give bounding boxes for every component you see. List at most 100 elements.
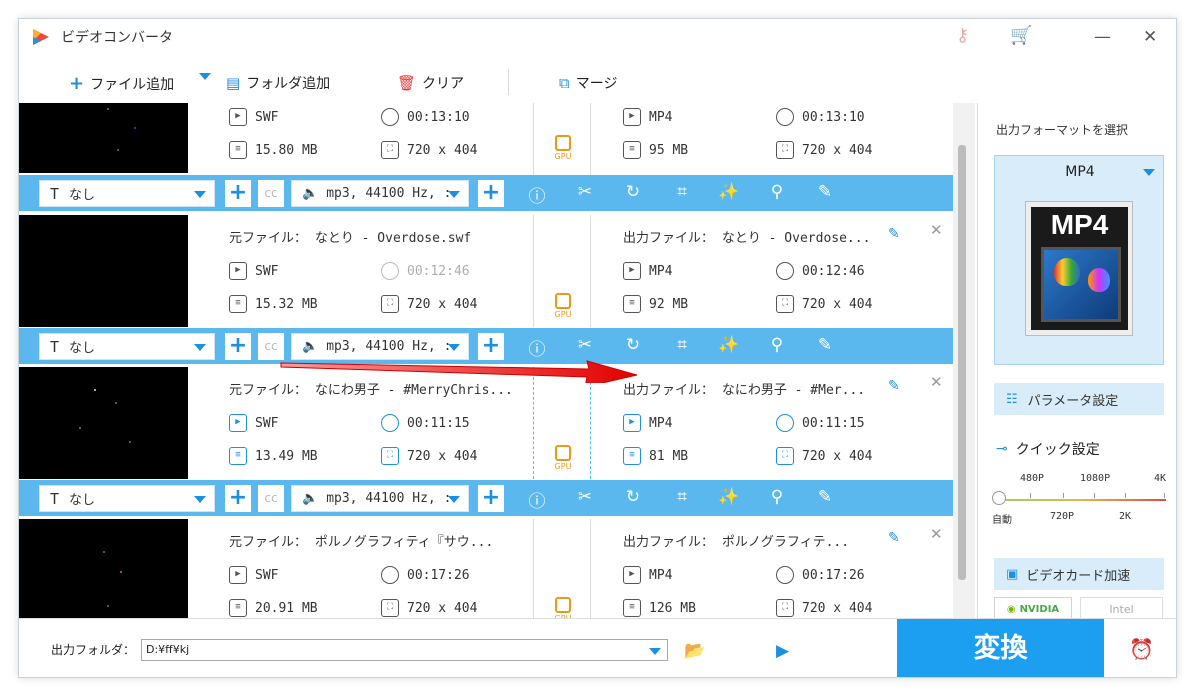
clock-icon bbox=[381, 262, 399, 280]
pencil-icon[interactable]: ✎ bbox=[888, 226, 900, 242]
add-audio-button[interactable]: + bbox=[478, 485, 504, 512]
magic-wand-icon[interactable]: ✨ bbox=[717, 182, 741, 202]
info-icon[interactable]: ⓘ bbox=[525, 487, 549, 512]
close-window-button[interactable]: ✕ bbox=[1143, 27, 1157, 47]
edit-icon[interactable]: ✎ bbox=[813, 487, 837, 507]
scissors-icon[interactable]: ✂ bbox=[573, 182, 597, 202]
output-format-selector[interactable]: MP4 MP4 bbox=[994, 155, 1164, 365]
video-thumbnail[interactable] bbox=[19, 519, 188, 618]
close-icon[interactable]: ✕ bbox=[930, 221, 943, 239]
audio-select[interactable]: 🔈 mp3, 44100 Hz, : bbox=[291, 180, 469, 207]
parameter-settings-label: パラメータ設定 bbox=[1027, 393, 1119, 409]
edit-icon[interactable]: ✎ bbox=[813, 335, 837, 355]
list-scrollbar[interactable] bbox=[953, 103, 975, 618]
format-icon: ▶ bbox=[229, 414, 247, 432]
pencil-icon[interactable]: ✎ bbox=[888, 530, 900, 546]
slider-icon: ⊸ bbox=[996, 441, 1008, 457]
dst-duration: 00:12:46 bbox=[802, 263, 865, 279]
add-subtitle-button[interactable]: + bbox=[225, 180, 251, 207]
rotate-icon[interactable]: ↻ bbox=[621, 487, 645, 507]
cc-icon[interactable]: cc bbox=[258, 485, 284, 512]
slider-label-480p: 480P bbox=[1020, 473, 1045, 484]
list-item: ▶ SWF 00:13:10 ≡ 15.80 MB ⛶ 720 x 404 GPU ▶… bbox=[19, 103, 953, 215]
nvidia-logo-icon: ◉ bbox=[1006, 604, 1016, 615]
crop-icon[interactable]: ⌗ bbox=[670, 487, 694, 507]
chevron-down-icon bbox=[194, 344, 206, 351]
crop-icon[interactable]: ⌗ bbox=[670, 182, 694, 202]
merge-button[interactable]: ⧉ マージ bbox=[559, 73, 617, 93]
selected-format: MP4 bbox=[1065, 164, 1095, 180]
edit-icon[interactable]: ✎ bbox=[813, 182, 837, 202]
gpu-acceleration-button[interactable]: ▣ ビデオカード加速 bbox=[994, 558, 1164, 590]
quality-slider[interactable] bbox=[1000, 499, 1166, 501]
subtitle-select[interactable]: T なし bbox=[39, 485, 215, 512]
convert-button[interactable]: 変換 bbox=[897, 619, 1104, 677]
add-subtitle-button[interactable]: + bbox=[225, 485, 251, 512]
chevron-down-icon bbox=[448, 496, 460, 503]
pencil-icon[interactable]: ✎ bbox=[888, 378, 900, 394]
add-subtitle-button[interactable]: + bbox=[225, 333, 251, 360]
file-icon: ≡ bbox=[623, 141, 641, 159]
output-folder-label: 出力フォルダ： bbox=[51, 643, 136, 657]
video-thumbnail[interactable] bbox=[19, 103, 188, 173]
minimize-button[interactable]: — bbox=[1094, 27, 1111, 47]
subtitle-select[interactable]: T なし bbox=[39, 333, 215, 360]
stamp-icon[interactable]: ⚲ bbox=[765, 182, 789, 202]
clear-button[interactable]: 🗑 クリア bbox=[397, 73, 464, 93]
add-file-dropdown[interactable] bbox=[199, 73, 211, 80]
rotate-icon[interactable]: ↻ bbox=[621, 182, 645, 202]
source-file-name: 元ファイル： なとり - Overdose.swf bbox=[229, 231, 472, 246]
resolution-icon: ⛶ bbox=[776, 295, 794, 313]
video-thumbnail[interactable] bbox=[19, 367, 188, 479]
open-folder-icon[interactable]: 📂 bbox=[684, 641, 705, 661]
scissors-icon[interactable]: ✂ bbox=[573, 487, 597, 507]
src-size: 13.49 MB bbox=[255, 448, 318, 464]
stamp-icon[interactable]: ⚲ bbox=[765, 487, 789, 507]
src-format: SWF bbox=[255, 109, 279, 125]
close-icon[interactable]: ✕ bbox=[930, 373, 943, 391]
add-file-button[interactable]: + ファイル追加 bbox=[69, 73, 174, 94]
rotate-icon[interactable]: ↻ bbox=[621, 335, 645, 355]
format-panel: 出力フォーマットを選択 MP4 MP4 ☷ パラメータ設定 ⊸ クイック設定 4… bbox=[977, 103, 1176, 622]
quality-slider-knob[interactable] bbox=[992, 491, 1006, 505]
resolution-icon: ⛶ bbox=[381, 599, 399, 617]
chevron-down-icon bbox=[448, 344, 460, 351]
alarm-clock-icon[interactable]: ⏰ bbox=[1129, 637, 1154, 661]
scissors-icon[interactable]: ✂ bbox=[573, 335, 597, 355]
key-icon[interactable]: ⚷ bbox=[956, 25, 969, 46]
chevron-down-icon bbox=[448, 191, 460, 198]
video-folder-icon[interactable]: ▶ bbox=[776, 641, 789, 661]
magic-wand-icon[interactable]: ✨ bbox=[717, 335, 741, 355]
stamp-icon[interactable]: ⚲ bbox=[765, 335, 789, 355]
magic-wand-icon[interactable]: ✨ bbox=[717, 487, 741, 507]
app-logo-icon bbox=[33, 29, 49, 45]
scrollbar-thumb[interactable] bbox=[958, 145, 966, 580]
src-format: SWF bbox=[255, 567, 279, 583]
format-icon: ▶ bbox=[229, 108, 247, 126]
crop-icon[interactable]: ⌗ bbox=[670, 335, 694, 355]
src-size: 15.32 MB bbox=[255, 296, 318, 312]
dst-resolution: 720 x 404 bbox=[802, 142, 873, 158]
add-audio-button[interactable]: + bbox=[478, 180, 504, 207]
info-icon[interactable]: ⓘ bbox=[525, 182, 549, 207]
close-icon[interactable]: ✕ bbox=[930, 525, 943, 543]
merge-label: マージ bbox=[575, 76, 618, 92]
video-thumbnail[interactable] bbox=[19, 215, 188, 327]
clock-icon bbox=[381, 108, 399, 126]
app-title: ビデオコンバータ bbox=[61, 30, 173, 46]
add-folder-button[interactable]: ▤ フォルダ追加 bbox=[226, 73, 330, 93]
clock-icon bbox=[776, 262, 794, 280]
clear-label: クリア bbox=[422, 76, 465, 92]
file-icon: ≡ bbox=[229, 599, 247, 617]
intel-label: Intel bbox=[1109, 603, 1134, 616]
dst-format: MP4 bbox=[649, 109, 673, 125]
list-item: 元ファイル： なとり - Overdose.swf ▶ SWF 00:12:46 … bbox=[19, 215, 953, 367]
cc-icon[interactable]: cc bbox=[258, 180, 284, 207]
parameter-settings-button[interactable]: ☷ パラメータ設定 bbox=[994, 383, 1164, 415]
output-folder-select[interactable]: D:¥ff¥kj bbox=[141, 639, 668, 661]
cart-icon[interactable]: 🛒 bbox=[1010, 25, 1032, 46]
chip-icon bbox=[555, 445, 571, 461]
audio-select[interactable]: 🔈 mp3, 44100 Hz, : bbox=[291, 485, 469, 512]
dst-resolution: 720 x 404 bbox=[802, 448, 873, 464]
subtitle-select[interactable]: T なし bbox=[39, 180, 215, 207]
